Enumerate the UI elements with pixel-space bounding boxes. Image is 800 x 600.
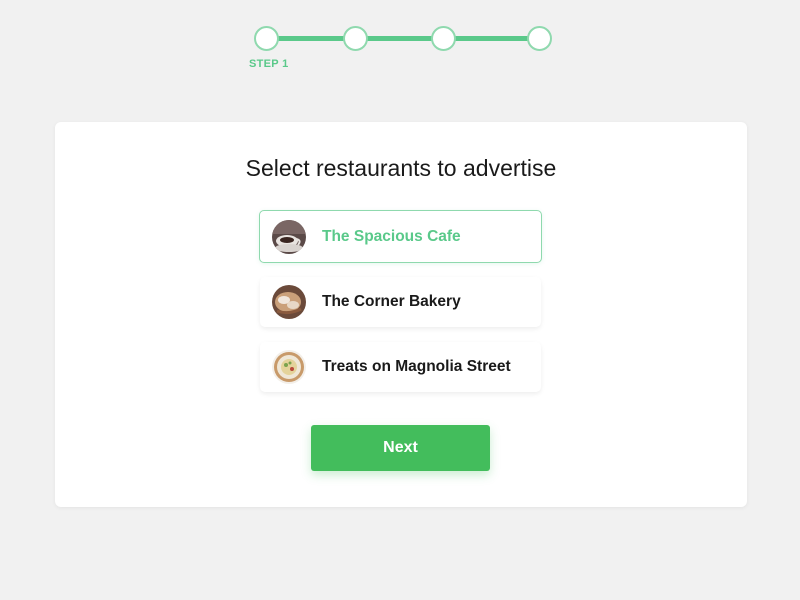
pastry-thumbnail <box>272 285 306 319</box>
restaurant-option-spacious-cafe[interactable]: The Spacious Cafe <box>259 210 542 263</box>
stepper-track <box>266 36 540 41</box>
step-3-dot[interactable] <box>431 26 456 51</box>
restaurant-option-corner-bakery[interactable]: The Corner Bakery <box>260 277 541 327</box>
step-1-dot[interactable] <box>254 26 279 51</box>
restaurant-name: The Corner Bakery <box>322 293 461 310</box>
coffee-cup-thumbnail <box>272 219 306 254</box>
step-4-dot[interactable] <box>527 26 552 51</box>
step-2-dot[interactable] <box>343 26 368 51</box>
page-title: Select restaurants to advertise <box>245 155 557 181</box>
restaurant-option-treats-magnolia[interactable]: Treats on Magnolia Street <box>260 342 541 392</box>
current-step-label: STEP 1 <box>249 58 289 70</box>
restaurant-name: Treats on Magnolia Street <box>322 358 511 375</box>
restaurant-selection-card: Select restaurants to advertise The Spac… <box>55 122 747 507</box>
dish-thumbnail <box>272 350 306 384</box>
next-button[interactable]: Next <box>311 425 490 471</box>
restaurant-name: The Spacious Cafe <box>322 227 461 245</box>
progress-stepper <box>254 26 552 52</box>
